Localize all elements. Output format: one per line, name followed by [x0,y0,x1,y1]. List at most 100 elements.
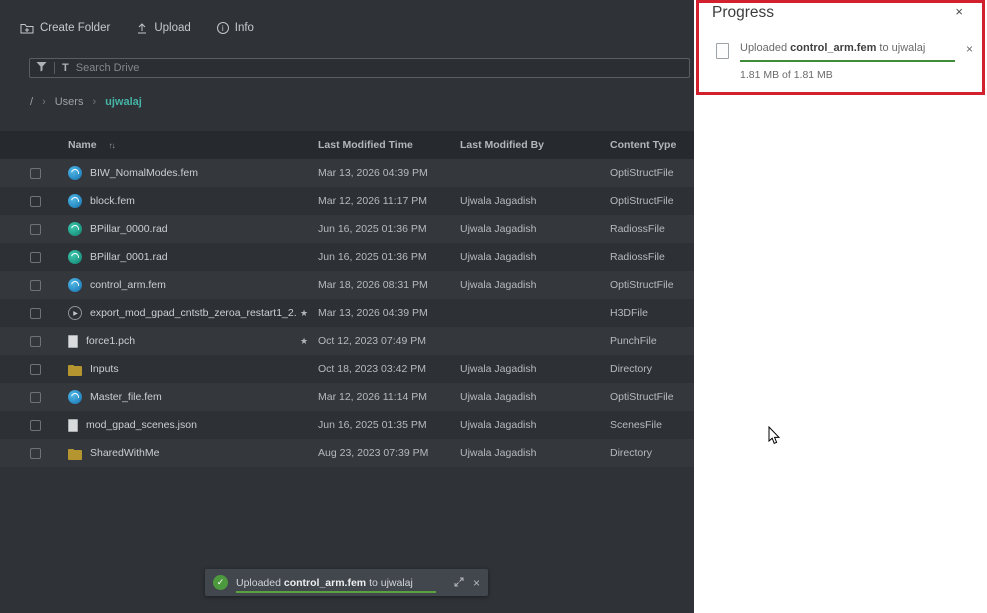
table-row[interactable]: block.fem Mar 12, 2026 11:17 PM Ujwala J… [0,187,694,215]
upload-progress-bar [740,60,955,62]
last-modified-time: Mar 18, 2026 08:31 PM [318,279,460,291]
last-modified-time: Mar 12, 2026 11:17 PM [318,195,460,207]
app-window: Create Folder Upload Info T Search Drive [0,0,987,613]
info-button[interactable]: Info [217,22,254,34]
file-type-icon [68,278,82,292]
toast-close-icon[interactable]: × [473,577,480,589]
sort-icon[interactable]: ↑↓ [109,141,115,150]
content-type: Directory [610,447,694,459]
row-checkbox[interactable] [30,420,41,431]
breadcrumb-users[interactable]: Users [55,96,84,108]
create-folder-icon [20,22,34,34]
last-modified-time: Jun 16, 2025 01:36 PM [318,251,460,263]
row-checkbox[interactable] [30,448,41,459]
row-checkbox[interactable] [30,308,41,319]
last-modified-by: Ujwala Jagadish [460,363,610,375]
progress-panel-close-icon[interactable]: × [955,5,963,18]
file-name: BIW_NomalModes.fem [90,167,198,179]
progress-item-close-icon[interactable]: × [966,43,973,81]
file-type-icon [68,250,82,264]
toast-filename: control_arm.fem [284,577,366,589]
progress-suffix: to ujwalaj [876,42,925,54]
search-bar[interactable]: T Search Drive [29,58,690,78]
table-row[interactable]: BPillar_0000.rad Jun 16, 2025 01:36 PM U… [0,215,694,243]
file-name-cell[interactable]: Master_file.fem [60,390,300,404]
last-modified-by: Ujwala Jagadish [460,419,610,431]
info-label: Info [235,22,254,34]
last-modified-time: Mar 12, 2026 11:14 PM [318,391,460,403]
file-name: export_mod_gpad_cntstb_zeroa_restart1_2.… [90,307,296,319]
breadcrumb-current[interactable]: ujwalaj [105,96,142,108]
create-folder-button[interactable]: Create Folder [20,22,110,34]
table-header: Name ↑↓ Last Modified Time Last Modified… [0,131,694,159]
expand-icon[interactable] [454,574,464,592]
progress-prefix: Uploaded [740,42,790,54]
table-row[interactable]: control_arm.fem Mar 18, 2026 08:31 PM Uj… [0,271,694,299]
row-checkbox-cell [30,392,60,403]
column-header-modified-by[interactable]: Last Modified By [460,139,610,151]
table-row[interactable]: export_mod_gpad_cntstb_zeroa_restart1_2.… [0,299,694,327]
file-name-cell[interactable]: BPillar_0001.rad [60,250,300,264]
column-header-content-type[interactable]: Content Type [610,139,694,151]
content-type: OptiStructFile [610,167,694,179]
table-row[interactable]: SharedWithMe Aug 23, 2023 07:39 PM Ujwal… [0,439,694,467]
table-row[interactable]: BIW_NomalModes.fem Mar 13, 2026 04:39 PM… [0,159,694,187]
table-row[interactable]: BPillar_0001.rad Jun 16, 2025 01:36 PM U… [0,243,694,271]
file-name: BPillar_0001.rad [90,251,168,263]
file-name-cell[interactable]: control_arm.fem [60,278,300,292]
file-type-icon [68,194,82,208]
file-name-cell[interactable]: export_mod_gpad_cntstb_zeroa_restart1_2.… [60,306,300,320]
row-checkbox[interactable] [30,196,41,207]
row-checkbox-cell [30,280,60,291]
column-header-modified-time[interactable]: Last Modified Time [318,139,460,151]
file-type-icon [68,419,78,432]
content-type: OptiStructFile [610,195,694,207]
file-name-cell[interactable]: Inputs [60,363,300,376]
upload-label: Upload [154,22,190,34]
table-row[interactable]: force1.pch ★ Oct 12, 2023 07:49 PM Punch… [0,327,694,355]
file-icon [716,43,729,59]
text-filter-icon[interactable]: T [62,62,69,74]
last-modified-time: Mar 13, 2026 04:39 PM [318,307,460,319]
table-row[interactable]: Master_file.fem Mar 12, 2026 11:14 PM Uj… [0,383,694,411]
search-input[interactable]: Search Drive [76,62,140,74]
table-row[interactable]: mod_gpad_scenes.json Jun 16, 2025 01:35 … [0,411,694,439]
progress-item: Uploaded control_arm.fem to ujwalaj 1.81… [716,42,973,81]
file-name: Master_file.fem [90,391,162,403]
column-header-name[interactable]: Name ↑↓ [60,139,300,151]
row-checkbox[interactable] [30,336,41,347]
file-type-icon [68,366,82,376]
file-type-icon [68,335,78,348]
row-checkbox-cell [30,420,60,431]
upload-button[interactable]: Upload [136,22,190,34]
row-checkbox-cell [30,364,60,375]
file-name-cell[interactable]: mod_gpad_scenes.json [60,419,300,432]
row-checkbox[interactable] [30,364,41,375]
row-checkbox[interactable] [30,280,41,291]
file-name-cell[interactable]: block.fem [60,194,300,208]
content-type: ScenesFile [610,419,694,431]
row-checkbox[interactable] [30,392,41,403]
breadcrumb-root[interactable]: / [30,96,33,108]
last-modified-time: Oct 12, 2023 07:49 PM [318,335,460,347]
file-name-cell[interactable]: force1.pch [60,335,300,348]
file-name: Inputs [90,363,119,375]
row-checkbox[interactable] [30,252,41,263]
file-name-cell[interactable]: SharedWithMe [60,447,300,460]
row-checkbox[interactable] [30,224,41,235]
create-folder-label: Create Folder [40,22,110,34]
progress-item-message: Uploaded control_arm.fem to ujwalaj [740,42,955,54]
row-checkbox-cell [30,336,60,347]
file-name-cell[interactable]: BPillar_0000.rad [60,222,300,236]
row-checkbox-cell [30,224,60,235]
breadcrumb: / › Users › ujwalaj [30,96,142,108]
toast-prefix: Uploaded [236,577,284,589]
file-name-cell[interactable]: BIW_NomalModes.fem [60,166,300,180]
chevron-right-icon: › [42,96,46,108]
toast-progress-bar [236,591,436,593]
table-row[interactable]: Inputs Oct 18, 2023 03:42 PM Ujwala Jaga… [0,355,694,383]
row-checkbox[interactable] [30,168,41,179]
file-type-icon [68,166,82,180]
filter-icon[interactable] [36,59,47,77]
star-icon: ★ [300,308,318,319]
